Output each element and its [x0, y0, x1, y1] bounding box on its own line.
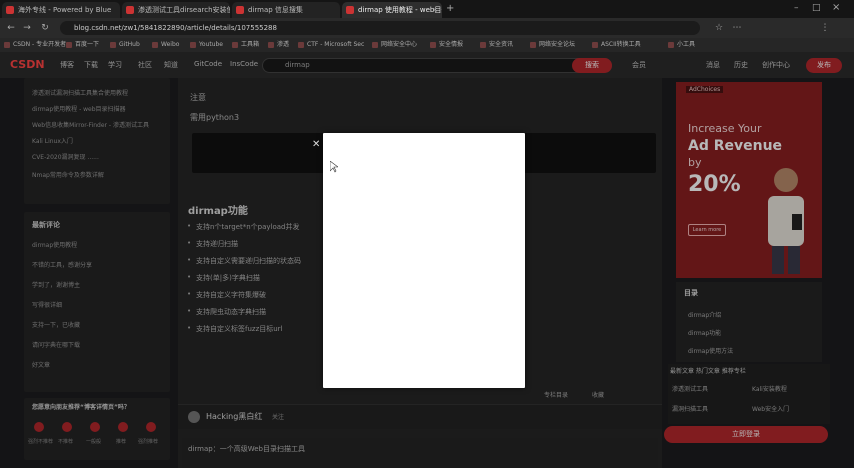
browser-tab[interactable]: 渗透测试工具dirsearch安装使用 [122, 2, 230, 18]
tab-favicon-icon [346, 6, 354, 14]
extensions-icon[interactable]: ⋯ [730, 21, 744, 35]
bookmark-item[interactable]: CTF - Microsoft Sec [298, 40, 364, 50]
url-field[interactable]: blog.csdn.net/zw1/5841822890/article/det… [60, 21, 700, 35]
bookmark-item[interactable]: 网络安全论坛 [530, 40, 575, 50]
bookmark-item[interactable]: ASCII转换工具 [592, 40, 641, 50]
minimize-window-icon[interactable]: – [794, 3, 799, 13]
mouse-cursor-icon [330, 161, 338, 173]
browser-tab[interactable]: dirmap 信息搜集 [232, 2, 340, 18]
bookmark-item[interactable]: Weibo [152, 40, 179, 50]
browser-tab-active[interactable]: dirmap 使用教程 - web目录扫描× [342, 2, 442, 18]
bookmark-item[interactable]: 安全资讯 [480, 40, 513, 50]
bookmarks-bar: CSDN - 专业开发者 百度一下 GitHub Weibo Youtube 工… [0, 38, 854, 52]
tab-close-icon[interactable]: × [432, 2, 438, 18]
reload-icon[interactable]: ↻ [38, 21, 52, 35]
tab-favicon-icon [6, 6, 14, 14]
bookmark-item[interactable]: 工具箱 [232, 40, 259, 50]
address-bar-row: ← → ↻ blog.csdn.net/zw1/5841822890/artic… [0, 18, 854, 38]
tab-favicon-icon [126, 6, 134, 14]
tab-favicon-icon [236, 6, 244, 14]
bookmark-item[interactable]: 小工具 [668, 40, 695, 50]
maximize-window-icon[interactable]: □ [812, 3, 821, 13]
bookmark-star-icon[interactable]: ☆ [712, 21, 726, 35]
browser-tab-bar: 海外专线 - Powered by Blue 渗透测试工具dirsearch安装… [0, 0, 854, 18]
bookmark-item[interactable]: Youtube [190, 40, 223, 50]
close-window-icon[interactable]: × [832, 2, 840, 13]
browser-tab[interactable]: 海外专线 - Powered by Blue [2, 2, 120, 18]
bookmark-item[interactable]: 百度一下 [66, 40, 99, 50]
bookmark-item[interactable]: GitHub [110, 40, 140, 50]
browser-menu-icon[interactable]: ⋮ [818, 21, 832, 35]
modal-close-icon[interactable]: ✕ [312, 139, 320, 150]
back-arrow-icon[interactable]: ← [4, 21, 18, 35]
modal-dialog[interactable] [323, 133, 525, 388]
bookmark-item[interactable]: 网络安全中心 [372, 40, 417, 50]
bookmark-item[interactable]: CSDN - 专业开发者 [4, 40, 66, 50]
forward-arrow-icon[interactable]: → [20, 21, 34, 35]
new-tab-plus-icon[interactable]: + [446, 3, 454, 14]
bookmark-item[interactable]: 安全情报 [430, 40, 463, 50]
bookmark-item[interactable]: 渗透 [268, 40, 289, 50]
